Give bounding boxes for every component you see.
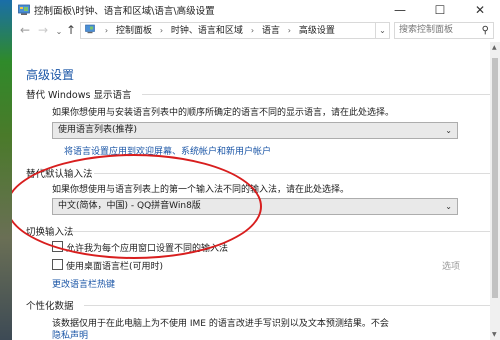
breadcrumb-separator: › xyxy=(104,26,109,35)
control-panel-small-icon xyxy=(85,24,95,34)
control-panel-icon xyxy=(18,4,30,15)
section-divider xyxy=(94,173,490,174)
search-icon: ⚲ xyxy=(481,25,489,36)
switch-input-header: 切换输入法 xyxy=(26,227,74,238)
change-hotkeys-link[interactable]: 更改语言栏热键 xyxy=(52,277,115,290)
breadcrumb-advanced-settings[interactable]: 高级设置 xyxy=(299,26,335,36)
breadcrumb-clock-language-region[interactable]: 时钟、语言和区域 xyxy=(171,26,243,36)
per-app-input-label: 允许我为每个应用窗口设置不同的输入法 xyxy=(66,244,229,254)
section-divider xyxy=(72,231,490,232)
apply-language-settings-link[interactable]: 将语言设置应用到欢迎屏幕、系统帐户和新用户帐户 xyxy=(64,144,271,157)
title-bar: 控制面板\时钟、语言和区域\语言\高级设置 — ☐ ✕ xyxy=(12,0,500,20)
vertical-scrollbar[interactable]: ▲ ▼ xyxy=(490,42,500,340)
default-input-dropdown[interactable]: 中文(简体，中国) - QQ拼音Win8版 ⌄ xyxy=(52,198,458,215)
breadcrumb-control-panel[interactable]: 控制面板 xyxy=(116,26,152,36)
desktop-language-bar-checkbox[interactable] xyxy=(52,259,63,270)
address-bar: ← → ⌄ ↑ › 控制面板 › 时钟、语言和区域 › 语言 › 高级设置 ⌄ … xyxy=(12,20,500,42)
personalization-description: 该数据仅用于在此电脑上为不使用 IME 的语言改进手写识别以及文本预测结果。不会 xyxy=(52,319,389,329)
display-language-selected: 使用语言列表(推荐) xyxy=(58,125,138,135)
page-title: 高级设置 xyxy=(26,68,75,82)
breadcrumb-separator: › xyxy=(287,26,291,35)
scroll-down-icon[interactable]: ▼ xyxy=(492,331,497,338)
default-input-selected: 中文(简体，中国) - QQ拼音Win8版 xyxy=(58,201,201,211)
per-app-input-option[interactable]: 允许我为每个应用窗口设置不同的输入法 xyxy=(52,241,228,254)
default-input-header: 替代默认输入法 xyxy=(26,169,93,180)
display-language-dropdown[interactable]: 使用语言列表(推荐) ⌄ xyxy=(52,122,458,139)
back-button[interactable]: ← xyxy=(18,23,32,37)
forward-button[interactable]: → xyxy=(36,23,50,37)
control-panel-window: 控制面板\时钟、语言和区域\语言\高级设置 — ☐ ✕ ← → ⌄ ↑ › 控制… xyxy=(12,0,500,340)
display-language-description: 如果你想使用与安装语言列表中的顺序所确定的语言不同的显示语言，请在此处选择。 xyxy=(52,108,395,118)
section-divider xyxy=(142,94,490,95)
breadcrumb-separator: › xyxy=(250,26,255,35)
breadcrumb-separator: › xyxy=(159,26,164,35)
privacy-statement-link[interactable]: 隐私声明 xyxy=(52,328,88,340)
breadcrumb-language[interactable]: 语言 xyxy=(262,26,280,36)
address-dropdown-button[interactable]: ⌄ xyxy=(376,22,390,39)
minimize-button[interactable]: — xyxy=(380,0,420,20)
search-input[interactable]: 搜索控制面板 ⚲ xyxy=(394,22,494,39)
up-button[interactable]: ↑ xyxy=(64,23,78,37)
scrollbar-thumb[interactable] xyxy=(492,58,498,298)
close-button[interactable]: ✕ xyxy=(460,0,500,20)
chevron-down-icon: ⌄ xyxy=(445,202,452,211)
chevron-down-icon: ⌄ xyxy=(445,126,452,135)
default-input-description: 如果你想使用与语言列表上的第一个输入法不同的输入法，请在此处选择。 xyxy=(52,185,350,195)
display-language-header: 替代 Windows 显示语言 xyxy=(26,90,132,101)
desktop-language-bar-option[interactable]: 使用桌面语言栏(可用时) xyxy=(52,259,163,272)
personalization-header: 个性化数据 xyxy=(26,301,74,312)
breadcrumb[interactable]: › 控制面板 › 时钟、语言和区域 › 语言 › 高级设置 xyxy=(80,22,376,39)
maximize-button[interactable]: ☐ xyxy=(420,0,460,20)
scroll-up-icon[interactable]: ▲ xyxy=(492,44,497,51)
search-placeholder: 搜索控制面板 xyxy=(399,25,454,35)
desktop-language-bar-label: 使用桌面语言栏(可用时) xyxy=(66,262,164,272)
window-title: 控制面板\时钟、语言和区域\语言\高级设置 xyxy=(34,6,215,17)
per-app-input-checkbox[interactable] xyxy=(52,241,63,252)
desktop-background-strip xyxy=(0,0,12,340)
language-bar-options-link[interactable]: 选项 xyxy=(442,259,460,272)
section-divider xyxy=(84,305,490,306)
main-content: 高级设置 替代 Windows 显示语言 如果你想使用与安装语言列表中的顺序所确… xyxy=(12,42,500,340)
